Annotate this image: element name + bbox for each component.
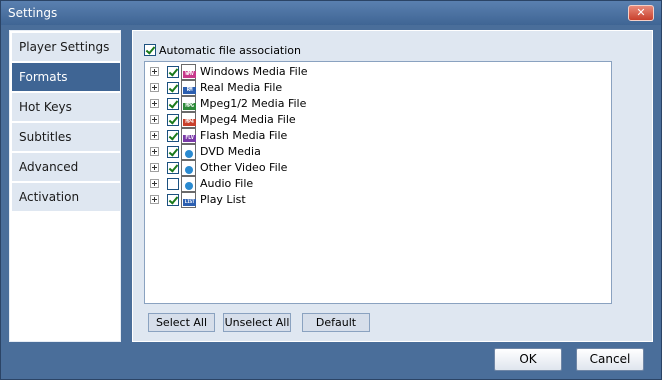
nav-item-label: Formats bbox=[19, 70, 68, 84]
nav-item-hot-keys[interactable]: Hot Keys bbox=[12, 93, 120, 122]
nav-item-label: Subtitles bbox=[19, 130, 72, 144]
nav-item-player-settings[interactable]: Player Settings bbox=[12, 33, 120, 62]
format-label: Real Media File bbox=[200, 81, 283, 94]
close-icon: ✕ bbox=[636, 6, 646, 19]
tree-row-other-video[interactable]: Other Video File bbox=[145, 160, 605, 176]
tree-row-dvd[interactable]: DVD Media bbox=[145, 144, 605, 160]
nav-item-label: Player Settings bbox=[19, 40, 110, 54]
nav-item-subtitles[interactable]: Subtitles bbox=[12, 123, 120, 152]
file-tag bbox=[185, 166, 193, 174]
settings-nav: Player Settings Formats Hot Keys Subtitl… bbox=[9, 30, 121, 342]
window-title: Settings bbox=[8, 6, 58, 20]
tree-row-playlist[interactable]: LIST Play List bbox=[145, 192, 605, 208]
settings-window: Settings ✕ Player Settings Formats Hot K… bbox=[0, 0, 662, 380]
mp4-file-icon: MP4 bbox=[181, 112, 196, 128]
rm-file-icon: RM bbox=[181, 80, 196, 96]
select-all-button[interactable]: Select All bbox=[148, 313, 215, 332]
audio-file-icon bbox=[181, 176, 196, 192]
file-tag: WMV bbox=[183, 71, 196, 78]
tree-row-windows-media[interactable]: WMV Windows Media File bbox=[145, 64, 605, 80]
file-tag: MP4 bbox=[183, 119, 196, 126]
format-checkbox[interactable] bbox=[167, 162, 179, 174]
format-label: Mpeg4 Media File bbox=[200, 113, 296, 126]
nav-item-formats[interactable]: Formats bbox=[12, 63, 120, 92]
nav-item-label: Hot Keys bbox=[19, 100, 72, 114]
format-checkbox[interactable] bbox=[167, 66, 179, 78]
nav-item-label: Activation bbox=[19, 190, 80, 204]
playlist-file-icon: LIST bbox=[181, 192, 196, 208]
format-label: Windows Media File bbox=[200, 65, 308, 78]
format-tree[interactable]: WMV Windows Media File RM Real Media Fil… bbox=[144, 61, 612, 304]
file-tag: LIST bbox=[183, 199, 196, 206]
flv-file-icon: FLV bbox=[181, 128, 196, 144]
format-checkbox[interactable] bbox=[167, 98, 179, 110]
unselect-all-button[interactable]: Unselect All bbox=[223, 313, 291, 332]
tree-row-mpeg4[interactable]: MP4 Mpeg4 Media File bbox=[145, 112, 605, 128]
auto-association-checkbox[interactable] bbox=[144, 44, 156, 56]
format-label: Audio File bbox=[200, 177, 254, 190]
format-label: Mpeg1/2 Media File bbox=[200, 97, 307, 110]
format-checkbox[interactable] bbox=[167, 194, 179, 206]
expand-icon[interactable] bbox=[150, 147, 159, 156]
expand-icon[interactable] bbox=[150, 115, 159, 124]
default-button[interactable]: Default bbox=[302, 313, 370, 332]
close-button[interactable]: ✕ bbox=[628, 5, 654, 21]
format-label: Flash Media File bbox=[200, 129, 288, 142]
format-label: DVD Media bbox=[200, 145, 261, 158]
expand-icon[interactable] bbox=[150, 83, 159, 92]
format-checkbox[interactable] bbox=[167, 114, 179, 126]
wmv-file-icon: WMV bbox=[181, 64, 196, 80]
format-checkbox[interactable] bbox=[167, 146, 179, 158]
tree-row-real-media[interactable]: RM Real Media File bbox=[145, 80, 605, 96]
file-tag bbox=[185, 150, 193, 158]
formats-panel: Automatic file association WMV Windows M… bbox=[132, 30, 653, 342]
video-file-icon bbox=[181, 160, 196, 176]
title-bar[interactable]: Settings ✕ bbox=[1, 1, 661, 25]
format-label: Other Video File bbox=[200, 161, 288, 174]
nav-item-label: Advanced bbox=[19, 160, 79, 174]
auto-association-label: Automatic file association bbox=[159, 44, 302, 57]
expand-icon[interactable] bbox=[150, 195, 159, 204]
expand-icon[interactable] bbox=[150, 99, 159, 108]
file-tag: FLV bbox=[183, 135, 196, 142]
format-checkbox[interactable] bbox=[167, 178, 179, 190]
expand-icon[interactable] bbox=[150, 179, 159, 188]
tree-row-audio[interactable]: Audio File bbox=[145, 176, 605, 192]
nav-item-activation[interactable]: Activation bbox=[12, 183, 120, 212]
dvd-file-icon bbox=[181, 144, 196, 160]
file-tag: RM bbox=[183, 87, 196, 94]
cancel-button[interactable]: Cancel bbox=[576, 348, 644, 371]
ok-button[interactable]: OK bbox=[494, 348, 562, 371]
expand-icon[interactable] bbox=[150, 67, 159, 76]
expand-icon[interactable] bbox=[150, 131, 159, 140]
expand-icon[interactable] bbox=[150, 163, 159, 172]
file-tag bbox=[185, 182, 193, 190]
tree-row-flash[interactable]: FLV Flash Media File bbox=[145, 128, 605, 144]
mpeg-file-icon: MPG bbox=[181, 96, 196, 112]
tree-row-mpeg12[interactable]: MPG Mpeg1/2 Media File bbox=[145, 96, 605, 112]
format-checkbox[interactable] bbox=[167, 82, 179, 94]
nav-item-advanced[interactable]: Advanced bbox=[12, 153, 120, 182]
file-tag: MPG bbox=[183, 103, 196, 110]
format-checkbox[interactable] bbox=[167, 130, 179, 142]
format-label: Play List bbox=[200, 193, 246, 206]
